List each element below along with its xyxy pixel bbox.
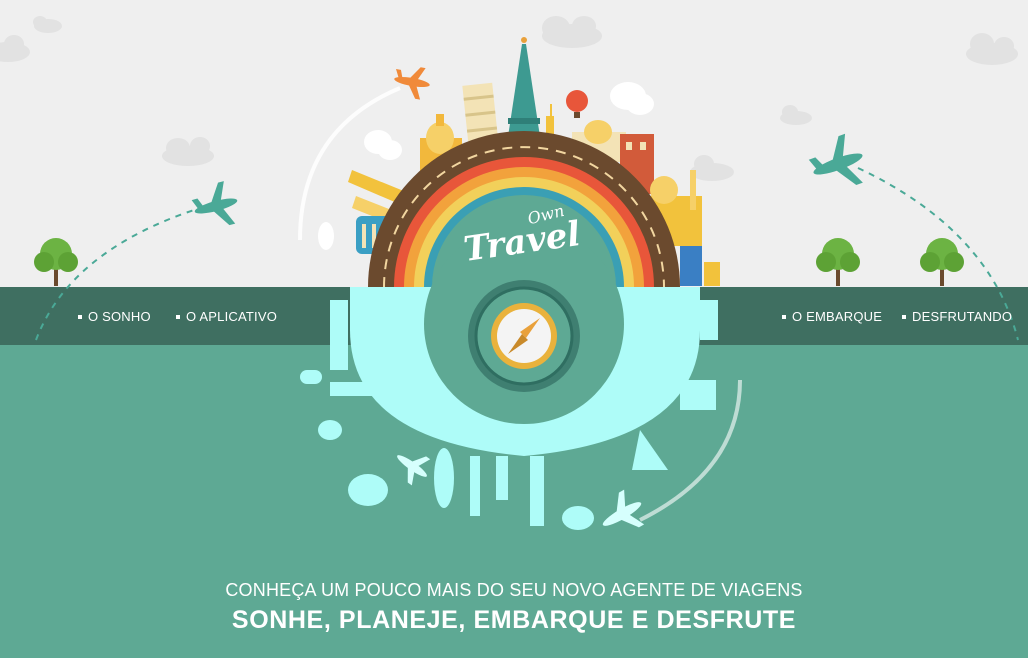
nav-item-label: O APLICATIVO bbox=[186, 309, 278, 324]
nav-item-o-sonho[interactable]: O SONHO bbox=[78, 309, 151, 324]
skyscraper-icon bbox=[680, 246, 720, 286]
cloud-icon bbox=[162, 137, 214, 166]
airplane-icon bbox=[394, 67, 430, 100]
tree-icon bbox=[816, 238, 860, 286]
nav-item-desfrutando[interactable]: DESFRUTANDO bbox=[902, 309, 1012, 324]
airplane-icon bbox=[602, 489, 645, 528]
cloud-icon bbox=[542, 16, 602, 48]
hero-headline: SONHE, PLANEJE, EMBARQUE E DESFRUTE bbox=[231, 606, 797, 634]
tree-icon bbox=[920, 238, 964, 286]
hero-subtitle: CONHEÇA UM POUCO MAIS DO SEU NOVO AGENTE… bbox=[225, 580, 803, 600]
bullet-icon bbox=[176, 314, 180, 319]
bullet-icon bbox=[782, 314, 786, 319]
nav-item-o-aplicativo[interactable]: O APLICATIVO bbox=[176, 309, 277, 324]
bullet-icon bbox=[78, 314, 82, 319]
cloud-icon bbox=[610, 82, 654, 115]
nav-item-label: O EMBARQUE bbox=[792, 309, 883, 324]
compass-icon bbox=[491, 303, 557, 369]
logo-line2: Travel bbox=[461, 214, 583, 270]
cloud-icon bbox=[33, 16, 62, 33]
cloud-icon bbox=[966, 33, 1018, 65]
cloud-icon bbox=[0, 35, 30, 62]
cloud-icon bbox=[690, 155, 734, 181]
hero-illustration bbox=[0, 16, 1019, 530]
hot-air-balloon-icon bbox=[566, 90, 588, 118]
cloud-icon bbox=[318, 222, 334, 250]
airplane-icon bbox=[191, 181, 238, 226]
nav-item-o-embarque[interactable]: O EMBARQUE bbox=[782, 309, 882, 324]
tree-icon bbox=[34, 238, 78, 286]
nav-item-label: DESFRUTANDO bbox=[912, 309, 1013, 324]
logo[interactable]: Own Travel bbox=[452, 201, 592, 277]
airplane-icon bbox=[397, 455, 431, 486]
bullet-icon bbox=[902, 314, 906, 319]
airplane-icon bbox=[808, 133, 863, 186]
cloud-icon bbox=[780, 105, 812, 125]
nav-item-label: O SONHO bbox=[88, 309, 151, 324]
cloud-icon bbox=[364, 130, 402, 160]
